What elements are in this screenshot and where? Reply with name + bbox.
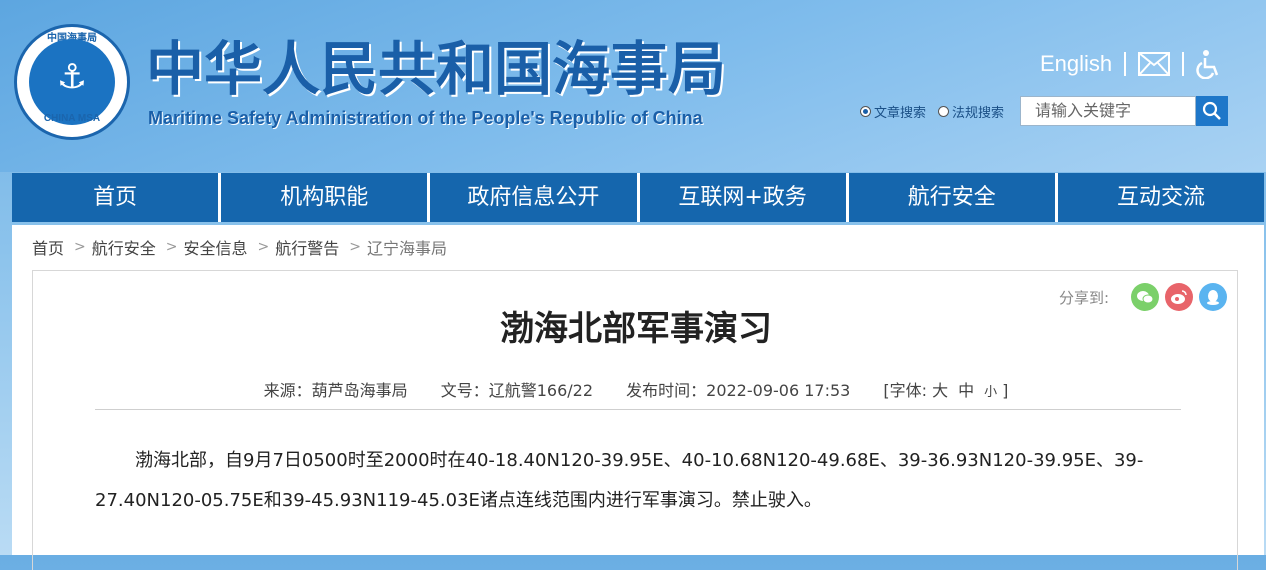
chevron-right-icon: > xyxy=(257,239,270,255)
nav-gov-info[interactable]: 政府信息公开 xyxy=(430,173,637,222)
wheelchair-icon[interactable] xyxy=(1196,49,1222,79)
radio-unselected[interactable] xyxy=(938,105,950,117)
font-size-switcher: [字体: 大中小] xyxy=(883,381,1009,400)
nav-navigation-safety[interactable]: 航行安全 xyxy=(848,173,1055,222)
breadcrumb: 首页 > 航行安全 > 安全信息 > 航行警告 > 辽宁海事局 xyxy=(32,235,447,259)
site-title: 中华人民共和国海事局 xyxy=(146,35,727,103)
search-button[interactable] xyxy=(1196,96,1229,126)
chevron-right-icon: > xyxy=(349,239,361,255)
anchor-icon: ⚓ xyxy=(56,57,88,97)
search-bar: 文章搜索 法规搜索 请输入关键字 xyxy=(860,96,1229,126)
breadcrumb-current[interactable]: 辽宁海事局 xyxy=(367,235,447,259)
divider xyxy=(1124,52,1127,76)
search-option-articles[interactable]: 文章搜索 xyxy=(860,102,926,121)
article-meta: 来源：葫芦岛海事局 文号：辽航警166/22 发布时间：2022-09-06 1… xyxy=(33,377,1239,401)
chevron-right-icon: > xyxy=(165,239,178,255)
site-header: 中国海事局 ⚓ CHINA MSA 中华人民共和国海事局 Maritime Sa… xyxy=(0,0,1266,172)
breadcrumb-home[interactable]: 首页 xyxy=(32,235,64,259)
divider xyxy=(1182,52,1185,76)
english-link[interactable]: English xyxy=(1040,51,1112,77)
chevron-right-icon: > xyxy=(74,239,86,255)
breadcrumb-navigation-safety[interactable]: 航行安全 xyxy=(92,235,156,259)
site-subtitle: Maritime Safety Administration of the Pe… xyxy=(148,108,703,128)
search-option-regulations[interactable]: 法规搜索 xyxy=(938,102,1004,121)
article-publish-time: 发布时间：2022-09-06 17:53 xyxy=(626,381,851,400)
nav-functions[interactable]: 机构职能 xyxy=(221,173,428,222)
font-size-medium[interactable]: 中 xyxy=(958,381,974,400)
china-msa-emblem-logo[interactable]: 中国海事局 ⚓ CHINA MSA xyxy=(14,24,130,140)
search-input[interactable]: 请输入关键字 xyxy=(1020,96,1197,126)
search-icon xyxy=(1202,101,1221,120)
article-title: 渤海北部军事演习 xyxy=(500,309,772,349)
breadcrumb-safety-info[interactable]: 安全信息 xyxy=(184,235,248,259)
main-nav: 首页 机构职能 政府信息公开 互联网+政务 航行安全 互动交流 xyxy=(12,173,1265,222)
article-source: 来源：葫芦岛海事局 xyxy=(263,381,408,400)
font-size-large[interactable]: 大 xyxy=(932,381,948,400)
nav-internet-services[interactable]: 互联网+政务 xyxy=(639,173,846,222)
article-doc-number: 文号：辽航警166/22 xyxy=(440,381,594,400)
content-area: 首页 > 航行安全 > 安全信息 > 航行警告 > 辽宁海事局 分享到: 渤海北… xyxy=(12,225,1264,570)
breadcrumb-warnings[interactable]: 航行警告 xyxy=(275,235,339,259)
radio-selected[interactable] xyxy=(860,105,871,117)
emblem-bottom-text: CHINA MSA xyxy=(43,113,101,124)
nav-interaction[interactable]: 互动交流 xyxy=(1057,173,1265,222)
top-links: English xyxy=(1040,44,1222,84)
mail-icon[interactable] xyxy=(1138,52,1171,76)
article-body: 渤海北部，自9月7日0500时至2000时在40-18.40N120-39.95… xyxy=(95,450,1144,511)
divider xyxy=(95,409,1181,410)
article-panel: 分享到: 渤海北部军事演习 来源：葫芦岛海事局 文号：辽航警166/22 发布时… xyxy=(32,270,1238,570)
font-size-small[interactable]: 小 xyxy=(984,385,997,400)
nav-home[interactable]: 首页 xyxy=(12,173,219,222)
